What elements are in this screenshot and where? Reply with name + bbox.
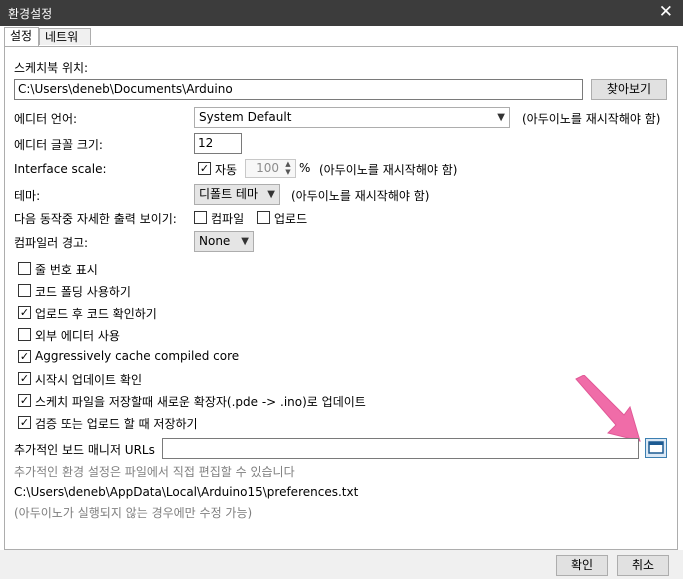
tab-settings[interactable]: 설정 <box>4 27 39 46</box>
scale-spinner[interactable]: 100 ▲ ▼ <box>245 159 296 178</box>
option-label: 스케치 파일을 저장할때 새로운 확장자(.pde -> .ino)로 업데이트 <box>35 395 366 409</box>
scale-unit: % <box>299 161 311 175</box>
sketchbook-label: 스케치북 위치: <box>14 61 89 75</box>
auto-scale-checkbox[interactable]: ✓ <box>198 162 211 175</box>
verbose-upload-checkbox[interactable] <box>257 211 270 224</box>
close-icon[interactable]: ✕ <box>659 2 673 22</box>
scale-value: 100 <box>256 161 279 175</box>
window-list-icon <box>648 441 664 454</box>
board-urls-label: 추가적인 보드 매니저 URLs <box>14 443 155 457</box>
sketchbook-path-input[interactable]: C:\Users\deneb\Documents\Arduino <box>14 79 583 100</box>
board-urls-input[interactable] <box>162 438 639 459</box>
preferences-window: 환경설정 ✕ 설정 네트워크 스케치북 위치: C:\Users\deneb\D… <box>0 0 683 579</box>
board-urls-edit-button[interactable] <box>645 438 667 458</box>
option-checkbox[interactable] <box>18 262 31 275</box>
compiler-warnings-select[interactable]: None ▼ <box>194 231 254 252</box>
title-bar: 환경설정 ✕ <box>0 0 683 26</box>
verbose-label: 다음 동작중 자세한 출력 보이기: <box>14 212 177 226</box>
prefs-note: 추가적인 환경 설정은 파일에서 직접 편집할 수 있습니다 <box>14 465 295 479</box>
option-checkbox[interactable]: ✓ <box>18 372 31 385</box>
option-checkbox[interactable]: ✓ <box>18 350 31 363</box>
option-label: 코드 폴딩 사용하기 <box>35 285 131 299</box>
prefs-path[interactable]: C:\Users\deneb\AppData\Local\Arduino15\p… <box>14 485 358 499</box>
option-label: 업로드 후 코드 확인하기 <box>35 307 157 321</box>
font-size-label: 에디터 글꼴 크기: <box>14 138 103 152</box>
editor-language-label: 에디터 언어: <box>14 112 78 126</box>
cancel-button[interactable]: 취소 <box>617 555 669 576</box>
compiler-warnings-value: None <box>199 234 231 248</box>
option-label: 줄 번호 표시 <box>35 263 98 277</box>
verbose-compile-label: 컴파일 <box>211 212 245 226</box>
theme-select[interactable]: 디폴트 테마 ▼ <box>194 184 280 205</box>
option-checkbox[interactable] <box>18 284 31 297</box>
pointer-arrow-icon <box>575 375 641 442</box>
compiler-warnings-label: 컴파일러 경고: <box>14 236 89 250</box>
option-checkbox[interactable]: ✓ <box>18 394 31 407</box>
option-label: 검증 또는 업로드 할 때 저장하기 <box>35 417 198 431</box>
editor-language-select[interactable]: System Default ▼ <box>194 107 510 128</box>
interface-scale-note: (아두이노를 재시작해야 함) <box>319 163 458 177</box>
chevron-down-icon: ▼ <box>267 189 275 200</box>
editor-language-value: System Default <box>199 110 292 124</box>
chevron-down-icon: ▼ <box>497 112 505 123</box>
verbose-upload-label: 업로드 <box>274 212 308 226</box>
verbose-compile-checkbox[interactable] <box>194 211 207 224</box>
prefs-hint: (아두이노가 실행되지 않는 경우에만 수정 가능) <box>14 506 253 520</box>
interface-scale-label: Interface scale: <box>14 162 107 176</box>
button-bar: 확인 취소 <box>0 550 683 579</box>
option-checkbox[interactable] <box>18 328 31 341</box>
spinner-down-icon[interactable]: ▼ <box>282 168 294 176</box>
auto-scale-label: 자동 <box>215 163 238 177</box>
chevron-down-icon: ▼ <box>241 236 249 247</box>
tab-settings-label: 설정 <box>10 29 33 43</box>
theme-note: (아두이노를 재시작해야 함) <box>291 189 430 203</box>
option-checkbox[interactable]: ✓ <box>18 306 31 319</box>
option-label: 외부 에디터 사용 <box>35 329 120 343</box>
window-title: 환경설정 <box>8 7 53 21</box>
ok-button[interactable]: 확인 <box>556 555 608 576</box>
spinner-up-icon[interactable]: ▲ <box>282 160 294 168</box>
option-label: 시작시 업데이트 확인 <box>35 373 142 387</box>
browse-button[interactable]: 찾아보기 <box>591 79 667 100</box>
font-size-input[interactable]: 12 <box>194 133 242 154</box>
theme-label: 테마: <box>14 189 41 203</box>
theme-value: 디폴트 테마 <box>199 187 259 201</box>
tab-network[interactable]: 네트워크 <box>39 28 91 61</box>
option-label: Aggressively cache compiled core <box>35 349 240 363</box>
option-checkbox[interactable]: ✓ <box>18 416 31 429</box>
editor-language-note: (아두이노를 재시작해야 함) <box>522 112 661 126</box>
